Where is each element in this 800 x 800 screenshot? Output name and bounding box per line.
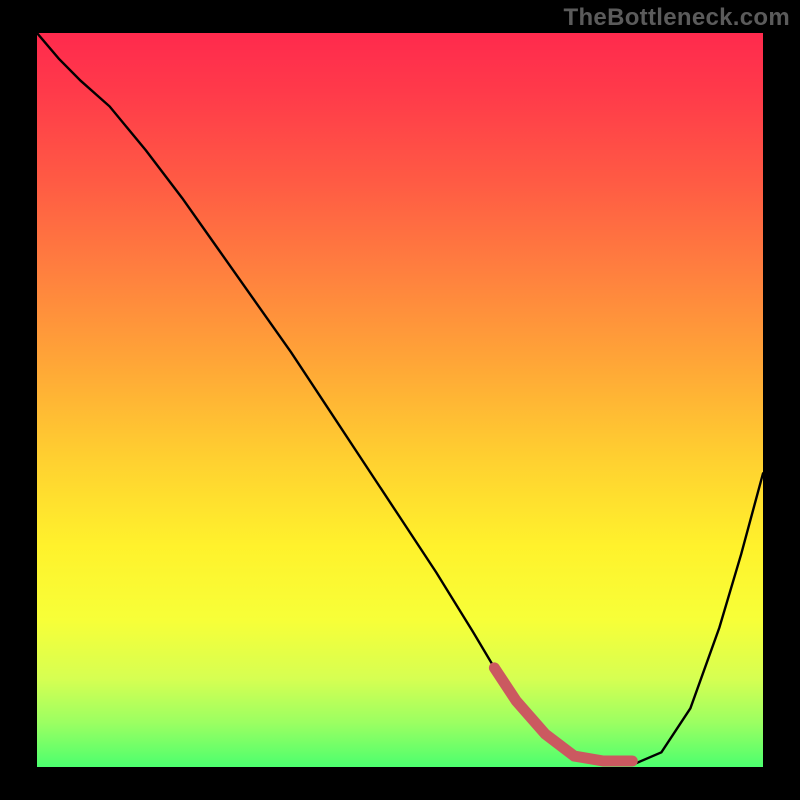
curve-svg	[37, 33, 763, 767]
bottleneck-curve	[37, 33, 763, 765]
optimal-range-marker	[494, 668, 632, 761]
plot-area	[37, 33, 763, 767]
watermark-text: TheBottleneck.com	[564, 4, 790, 32]
chart-frame: TheBottleneck.com	[0, 0, 800, 800]
